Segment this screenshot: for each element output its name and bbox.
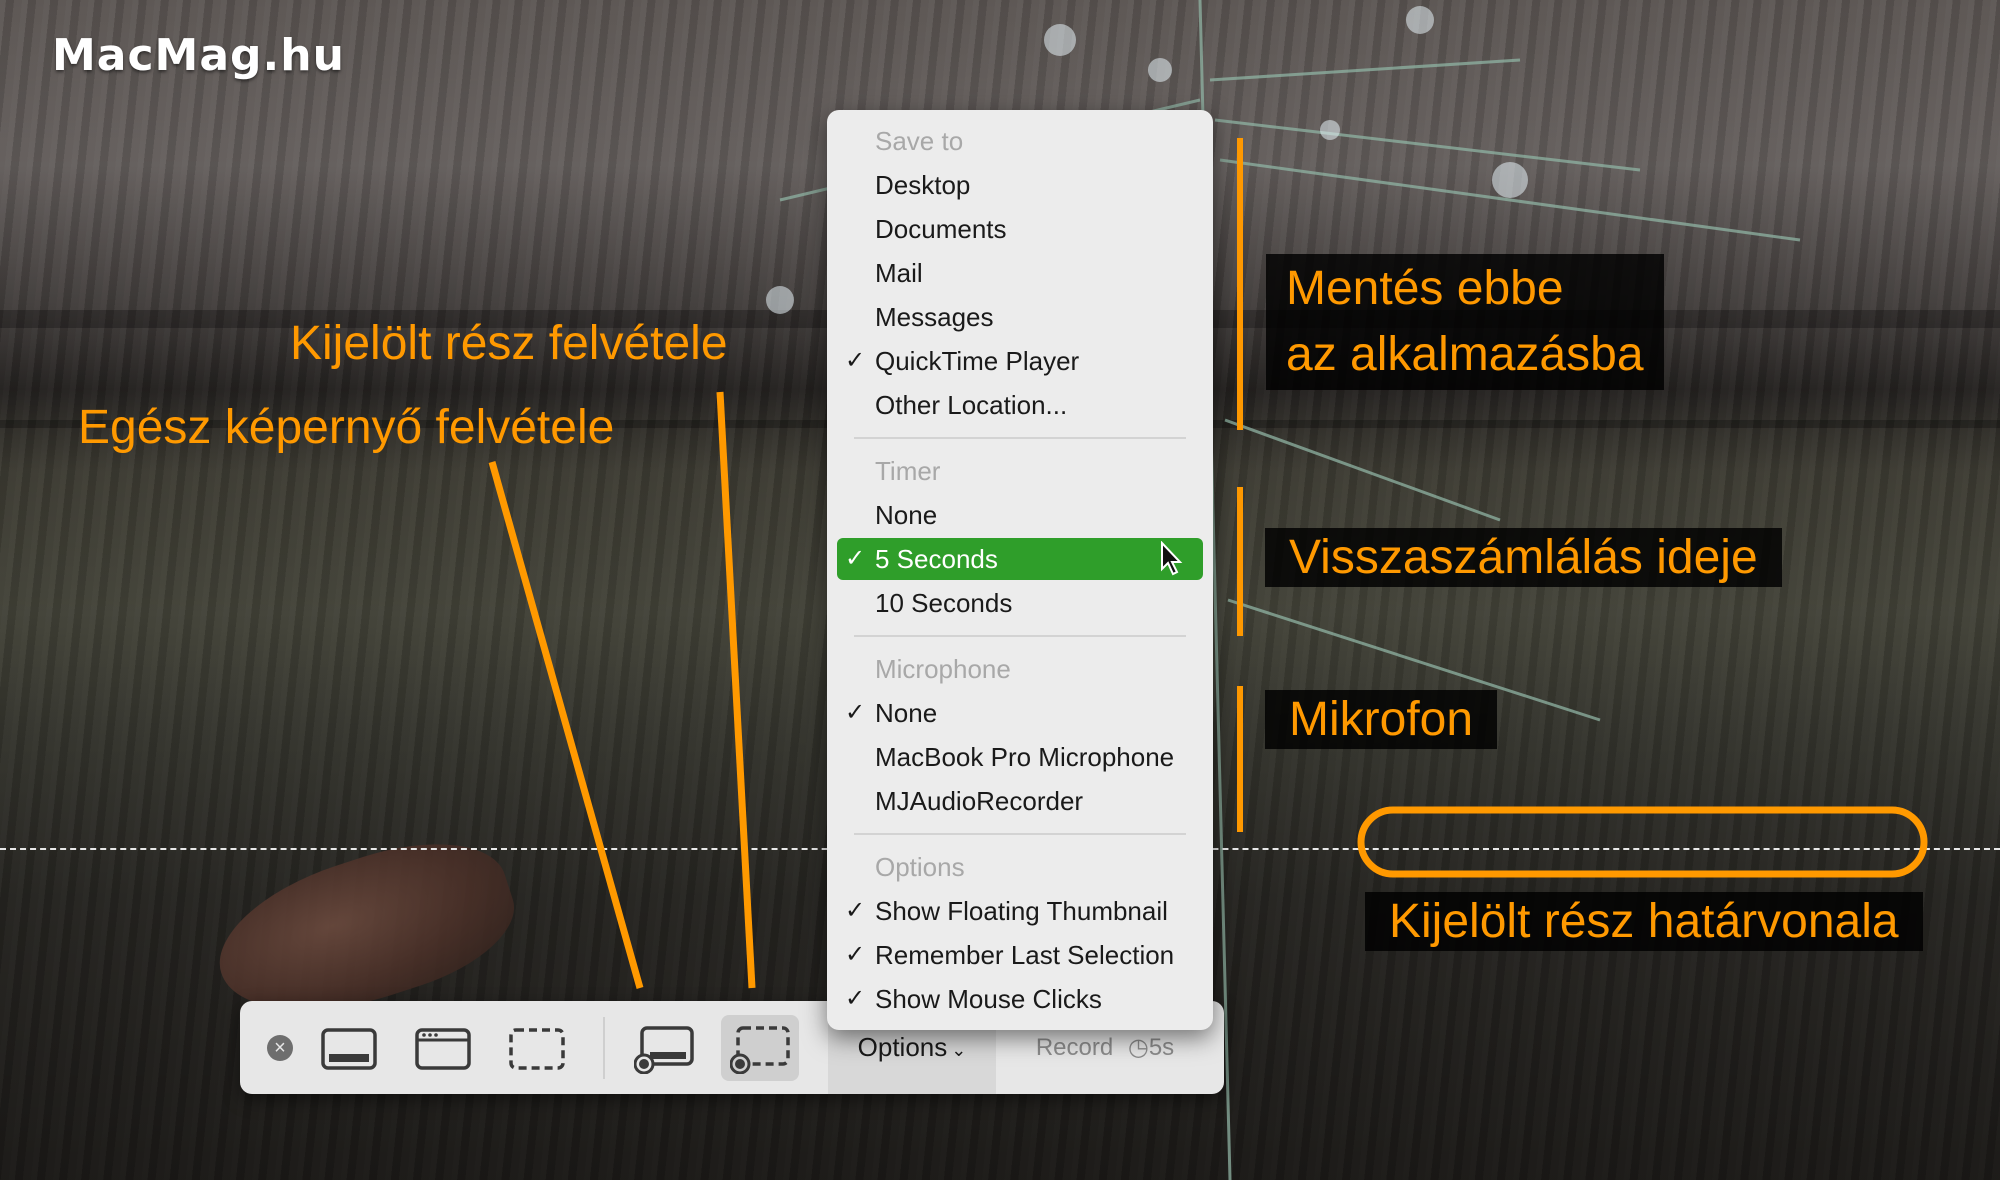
pointer-line-selected-area bbox=[716, 391, 756, 989]
timer-value: 5s bbox=[1148, 1034, 1175, 1061]
timer-icon: ◷ bbox=[1127, 1034, 1149, 1061]
selection-border-outline bbox=[1357, 806, 1928, 878]
close-icon[interactable]: × bbox=[267, 1035, 293, 1061]
capture-window-button[interactable] bbox=[404, 1015, 482, 1081]
options-label: Options bbox=[857, 1032, 948, 1062]
selection-icon bbox=[509, 1028, 565, 1070]
record-selection-button[interactable] bbox=[721, 1015, 799, 1081]
record-label: Record bbox=[1035, 1034, 1114, 1061]
checkmark-icon: ✓ bbox=[845, 985, 866, 1012]
annotation-selected-area: Kijelölt rész felvétele bbox=[290, 317, 728, 370]
record-selection-icon bbox=[730, 1026, 790, 1074]
menu-item-quicktime-player[interactable]: ✓ QuickTime Player bbox=[837, 340, 1203, 382]
checkmark-icon: ✓ bbox=[845, 545, 866, 572]
menu-item-show-floating-thumbnail[interactable]: ✓ Show Floating Thumbnail bbox=[837, 890, 1203, 932]
annotation-entire-screen: Egész képernyő felvétele bbox=[78, 401, 615, 454]
record-screen-icon bbox=[634, 1026, 694, 1074]
pointer-line-entire-screen bbox=[488, 461, 644, 989]
menu-item-5-seconds[interactable]: ✓ 5 Seconds bbox=[837, 538, 1203, 580]
annotation-microphone: Mikrofon bbox=[1265, 690, 1498, 749]
chevron-down-icon: ⌄ bbox=[951, 1040, 967, 1060]
menu-item-other-location[interactable]: Other Location... bbox=[837, 384, 1203, 426]
checkmark-icon: ✓ bbox=[845, 699, 866, 726]
menu-header-timer: Timer bbox=[875, 456, 941, 486]
annotation-countdown: Visszaszámlálás ideje bbox=[1265, 528, 1782, 587]
menu-separator bbox=[854, 833, 1186, 835]
menu-separator bbox=[854, 635, 1186, 637]
menu-item-mjaudiorecorder[interactable]: MJAudioRecorder bbox=[837, 780, 1203, 822]
menu-header-microphone: Microphone bbox=[875, 654, 1011, 684]
annotation-selection-border: Kijelölt rész határvonala bbox=[1365, 892, 1923, 951]
menu-item-show-mouse-clicks[interactable]: ✓ Show Mouse Clicks bbox=[837, 978, 1203, 1020]
entire-screen-icon bbox=[321, 1028, 377, 1070]
window-icon bbox=[415, 1028, 471, 1070]
annotation-save-to: Mentés ebbe az alkalmazásba bbox=[1266, 254, 1664, 390]
toolbar-separator bbox=[603, 1017, 605, 1079]
checkmark-icon: ✓ bbox=[845, 897, 866, 924]
menu-item-messages[interactable]: Messages bbox=[837, 296, 1203, 338]
menu-header-options: Options bbox=[875, 852, 965, 882]
menu-item-macbook-pro-microphone[interactable]: MacBook Pro Microphone bbox=[837, 736, 1203, 778]
record-entire-screen-button[interactable] bbox=[625, 1015, 703, 1081]
capture-selection-button[interactable] bbox=[498, 1015, 576, 1081]
annotation-save-line2: az alkalmazásba bbox=[1286, 328, 1644, 381]
menu-item-microphone-none[interactable]: ✓ None bbox=[837, 692, 1203, 734]
menu-item-remember-last-selection[interactable]: ✓ Remember Last Selection bbox=[837, 934, 1203, 976]
menu-header-save-to: Save to bbox=[875, 126, 964, 156]
menu-item-mail[interactable]: Mail bbox=[837, 252, 1203, 294]
capture-entire-screen-button[interactable] bbox=[310, 1015, 388, 1081]
menu-item-documents[interactable]: Documents bbox=[837, 208, 1203, 250]
menu-item-10-seconds[interactable]: 10 Seconds bbox=[837, 582, 1203, 624]
menu-item-desktop[interactable]: Desktop bbox=[837, 164, 1203, 206]
annotation-save-line1: Mentés ebbe bbox=[1286, 262, 1564, 315]
menu-separator bbox=[854, 437, 1186, 439]
checkmark-icon: ✓ bbox=[845, 347, 866, 374]
options-menu: Save to Desktop Documents Mail Messages … bbox=[827, 110, 1213, 1030]
menu-item-timer-none[interactable]: None bbox=[837, 494, 1203, 536]
checkmark-icon: ✓ bbox=[845, 941, 866, 968]
mouse-pointer-icon bbox=[1161, 541, 1183, 576]
